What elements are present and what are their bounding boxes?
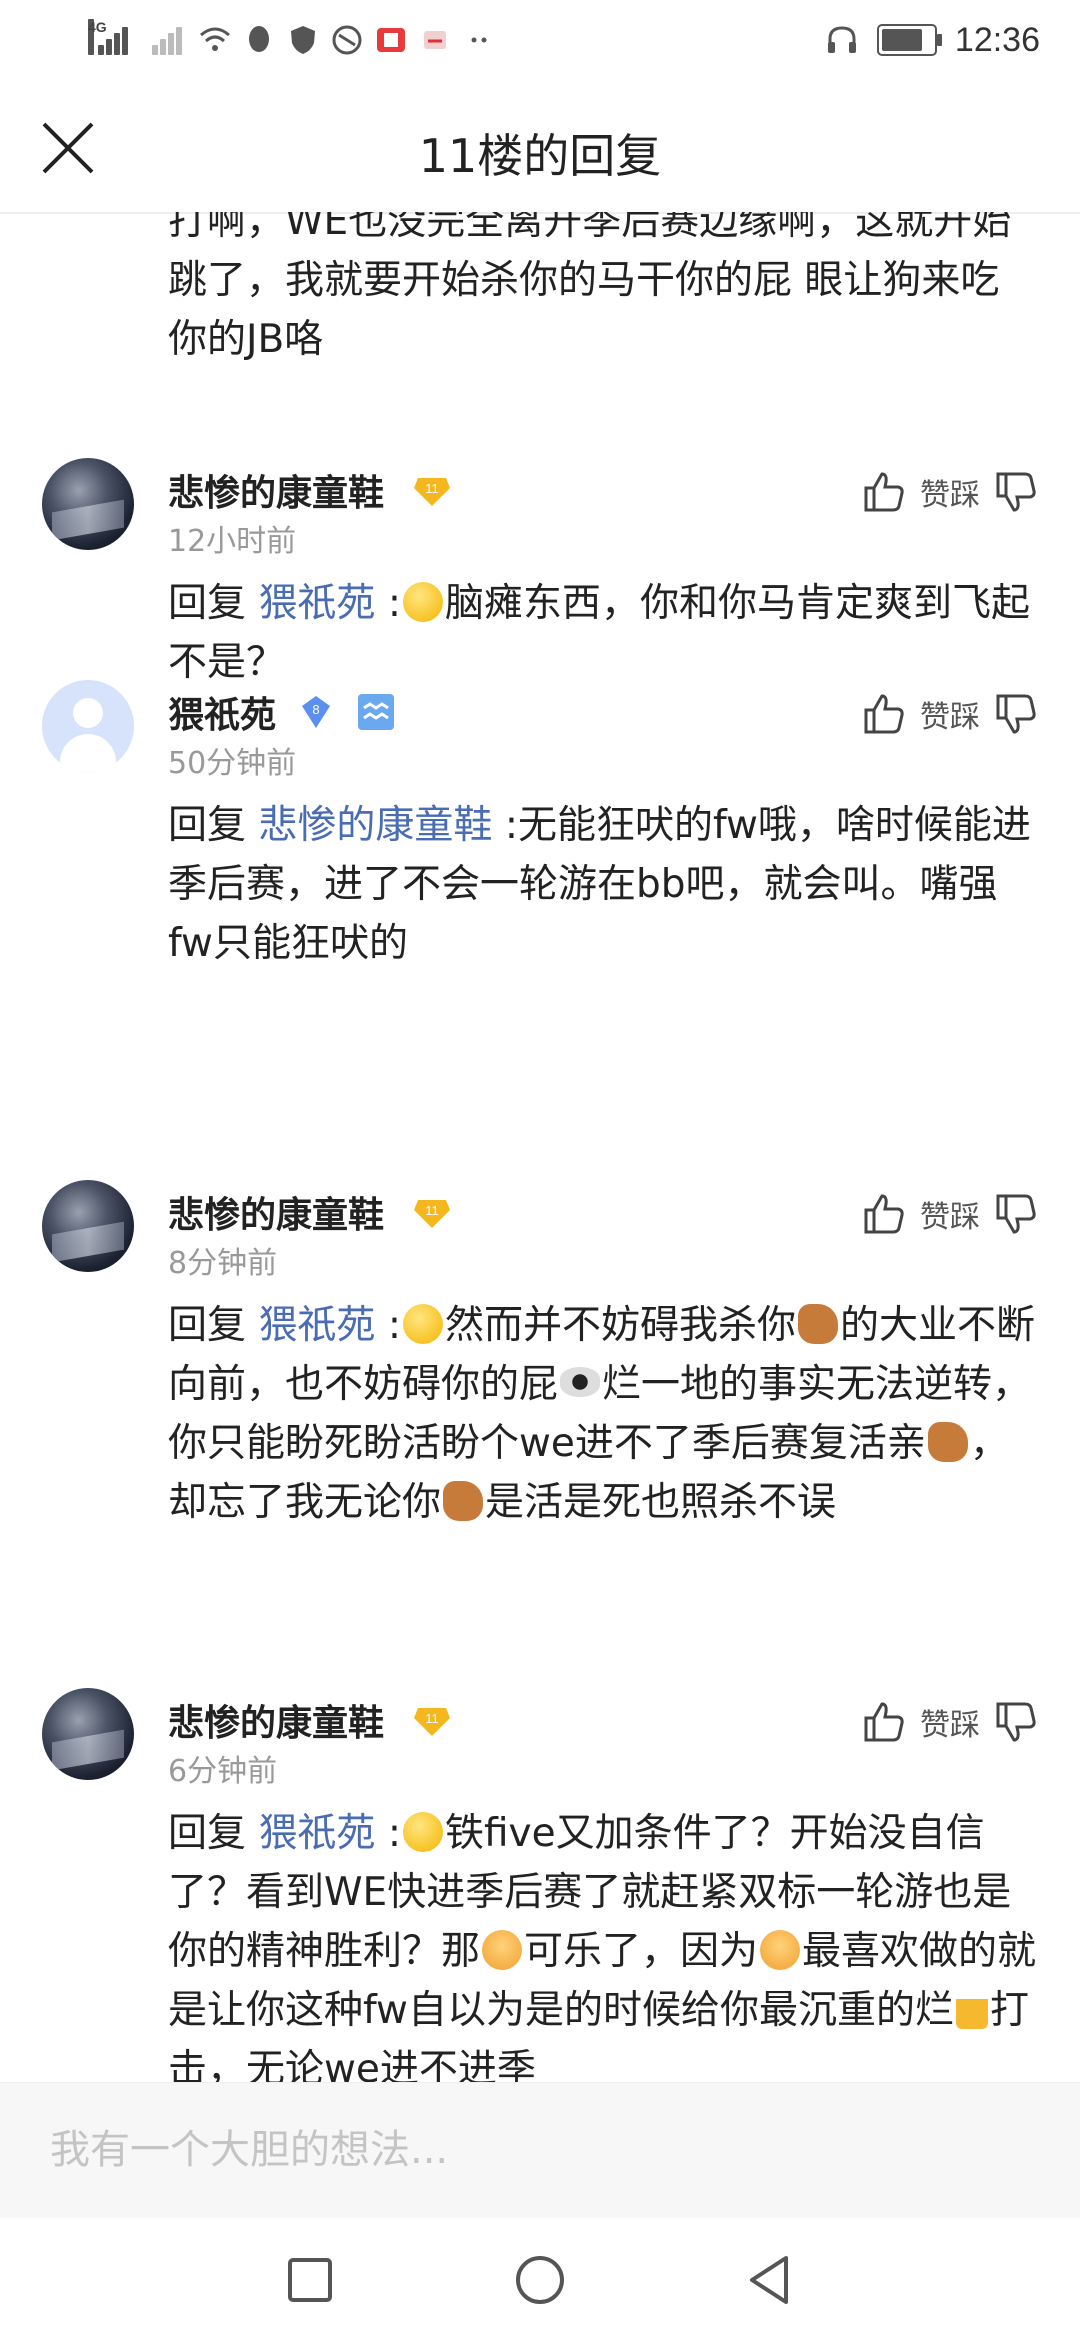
username[interactable]: 悲惨的康童鞋 — [168, 1694, 384, 1746]
level-badge-icon: 11 — [414, 1708, 450, 1736]
reply-colon: : — [375, 581, 401, 626]
mention-link[interactable]: 悲惨的康童鞋 — [258, 803, 492, 848]
status-icons-left: 4G — [88, 18, 496, 62]
like-icon[interactable] — [860, 1698, 908, 1746]
horse-emoji-icon — [443, 1481, 484, 1521]
reply-text: 回复 猥祇苑 : 铁five又加条件了？开始没自信了？看到WE快进季后赛了就赶紧双… — [168, 1804, 1038, 2082]
dislike-icon[interactable] — [992, 1190, 1040, 1238]
level-badge-icon: 8 — [302, 696, 330, 728]
dislike-icon[interactable] — [992, 690, 1040, 738]
like-icon[interactable] — [860, 1190, 908, 1238]
level-badge-icon: 11 — [414, 1200, 450, 1228]
reply-actions: 赞踩 — [860, 462, 1040, 522]
old-man-emoji-icon — [760, 1930, 801, 1970]
eye-emoji-icon — [560, 1367, 601, 1397]
reply-prefix: 回复 — [168, 581, 259, 626]
reply-colon: : — [492, 803, 518, 848]
avatar[interactable] — [42, 458, 134, 550]
header: 11楼的回复 — [0, 80, 1080, 214]
reply-actions: 赞踩 — [860, 1692, 1040, 1752]
laughing-emoji-icon — [402, 582, 443, 622]
home-button[interactable] — [512, 2252, 568, 2308]
reply-list[interactable]: 打啊，WE也没完全离开季后赛边缘啊，这就开始跳了，我就要开始杀你的马干你的屁 眼… — [0, 212, 1080, 2082]
mention-link[interactable]: 猥祇苑 — [258, 581, 375, 626]
username[interactable]: 悲惨的康童鞋 — [168, 1186, 384, 1238]
reply-text: 回复 猥祇苑 : 脑瘫东西，你和你马肯定爽到飞起不是？ — [168, 574, 1038, 692]
beer-emoji-icon — [955, 1989, 988, 2029]
more-dots-icon — [462, 23, 496, 57]
like-dislike-label: 赞踩 — [920, 1708, 980, 1743]
status-icons-right: 12:36 — [825, 18, 1040, 62]
svg-text:11: 11 — [425, 1203, 439, 1218]
reply-actions: 赞踩 — [860, 1184, 1040, 1244]
avatar[interactable] — [42, 680, 134, 772]
laughing-emoji-icon — [402, 1304, 443, 1344]
reply-text: 回复 猥祇苑 : 然而并不妨碍我杀你 的大业不断向前，也不妨碍你的屁 烂一地的事实无法… — [168, 1296, 1038, 1532]
clock: 12:36 — [954, 20, 1040, 59]
reply-actions: 赞踩 — [860, 684, 1040, 744]
like-icon[interactable] — [860, 690, 908, 738]
back-button[interactable] — [742, 2252, 798, 2308]
mention-link[interactable]: 猥祇苑 — [258, 1303, 375, 1348]
status-bar: 4G 12:36 — [0, 0, 1080, 80]
reply-content: 是活是死也照杀不误 — [485, 1480, 837, 1525]
reply-colon: : — [375, 1811, 401, 1856]
previous-reply-text: 打啊，WE也没完全离开季后赛边缘啊，这就开始跳了，我就要开始杀你的马干你的屁 眼… — [168, 212, 1012, 362]
mention-link[interactable]: 猥祇苑 — [258, 1811, 375, 1856]
timestamp: 6分钟前 — [168, 1754, 278, 1789]
reply-prefix: 回复 — [168, 1303, 259, 1348]
avatar[interactable] — [42, 1688, 134, 1780]
timestamp: 8分钟前 — [168, 1246, 278, 1281]
system-nav-bar — [0, 2218, 1080, 2340]
like-dislike-label: 赞踩 — [920, 478, 980, 513]
timestamp: 12小时前 — [168, 524, 297, 559]
reply-text: 回复 悲惨的康童鞋 :无能狂吠的fw哦，啥时候能进季后赛，进了不会一轮游在bb吧… — [168, 796, 1038, 973]
shield-icon — [286, 23, 320, 57]
dislike-icon[interactable] — [992, 1698, 1040, 1746]
reply-content: 然而并不妨碍我杀你 — [444, 1303, 796, 1348]
signal-icon: 4G — [88, 19, 134, 57]
timestamp: 50分钟前 — [168, 746, 297, 781]
headphones-icon — [825, 23, 859, 57]
qq-icon — [242, 23, 276, 57]
signal-icon-2 — [144, 23, 188, 57]
svg-text:11: 11 — [425, 1711, 439, 1726]
reply-content: 可乐了，因为 — [524, 1929, 759, 1974]
svg-text:8: 8 — [312, 702, 319, 717]
app-icon — [418, 23, 452, 57]
recents-button[interactable] — [282, 2252, 338, 2308]
avatar[interactable] — [42, 1180, 134, 1272]
old-man-emoji-icon — [482, 1930, 523, 1970]
aquarius-icon — [358, 694, 394, 730]
reader-icon — [374, 23, 408, 57]
like-icon[interactable] — [860, 468, 908, 516]
like-dislike-label: 赞踩 — [920, 1200, 980, 1235]
wifi-icon — [198, 23, 232, 57]
dislike-icon[interactable] — [992, 468, 1040, 516]
comment-input-bar — [0, 2082, 1080, 2219]
covering-mouth-emoji-icon — [402, 1812, 443, 1852]
horse-emoji-icon — [927, 1422, 968, 1462]
level-badge-icon: 11 — [414, 478, 450, 506]
reply-prefix: 回复 — [168, 1811, 259, 1856]
horse-emoji-icon — [797, 1304, 838, 1344]
browser-icon — [330, 23, 364, 57]
username[interactable]: 悲惨的康童鞋 — [168, 464, 384, 516]
svg-text:11: 11 — [425, 481, 439, 496]
reply-prefix: 回复 — [168, 803, 259, 848]
like-dislike-label: 赞踩 — [920, 700, 980, 735]
username[interactable]: 猥祇苑 — [168, 686, 276, 738]
battery-icon — [876, 24, 942, 56]
comment-input[interactable] — [48, 2119, 1032, 2181]
reply-colon: : — [375, 1303, 401, 1348]
page-title: 11楼的回复 — [418, 129, 662, 183]
